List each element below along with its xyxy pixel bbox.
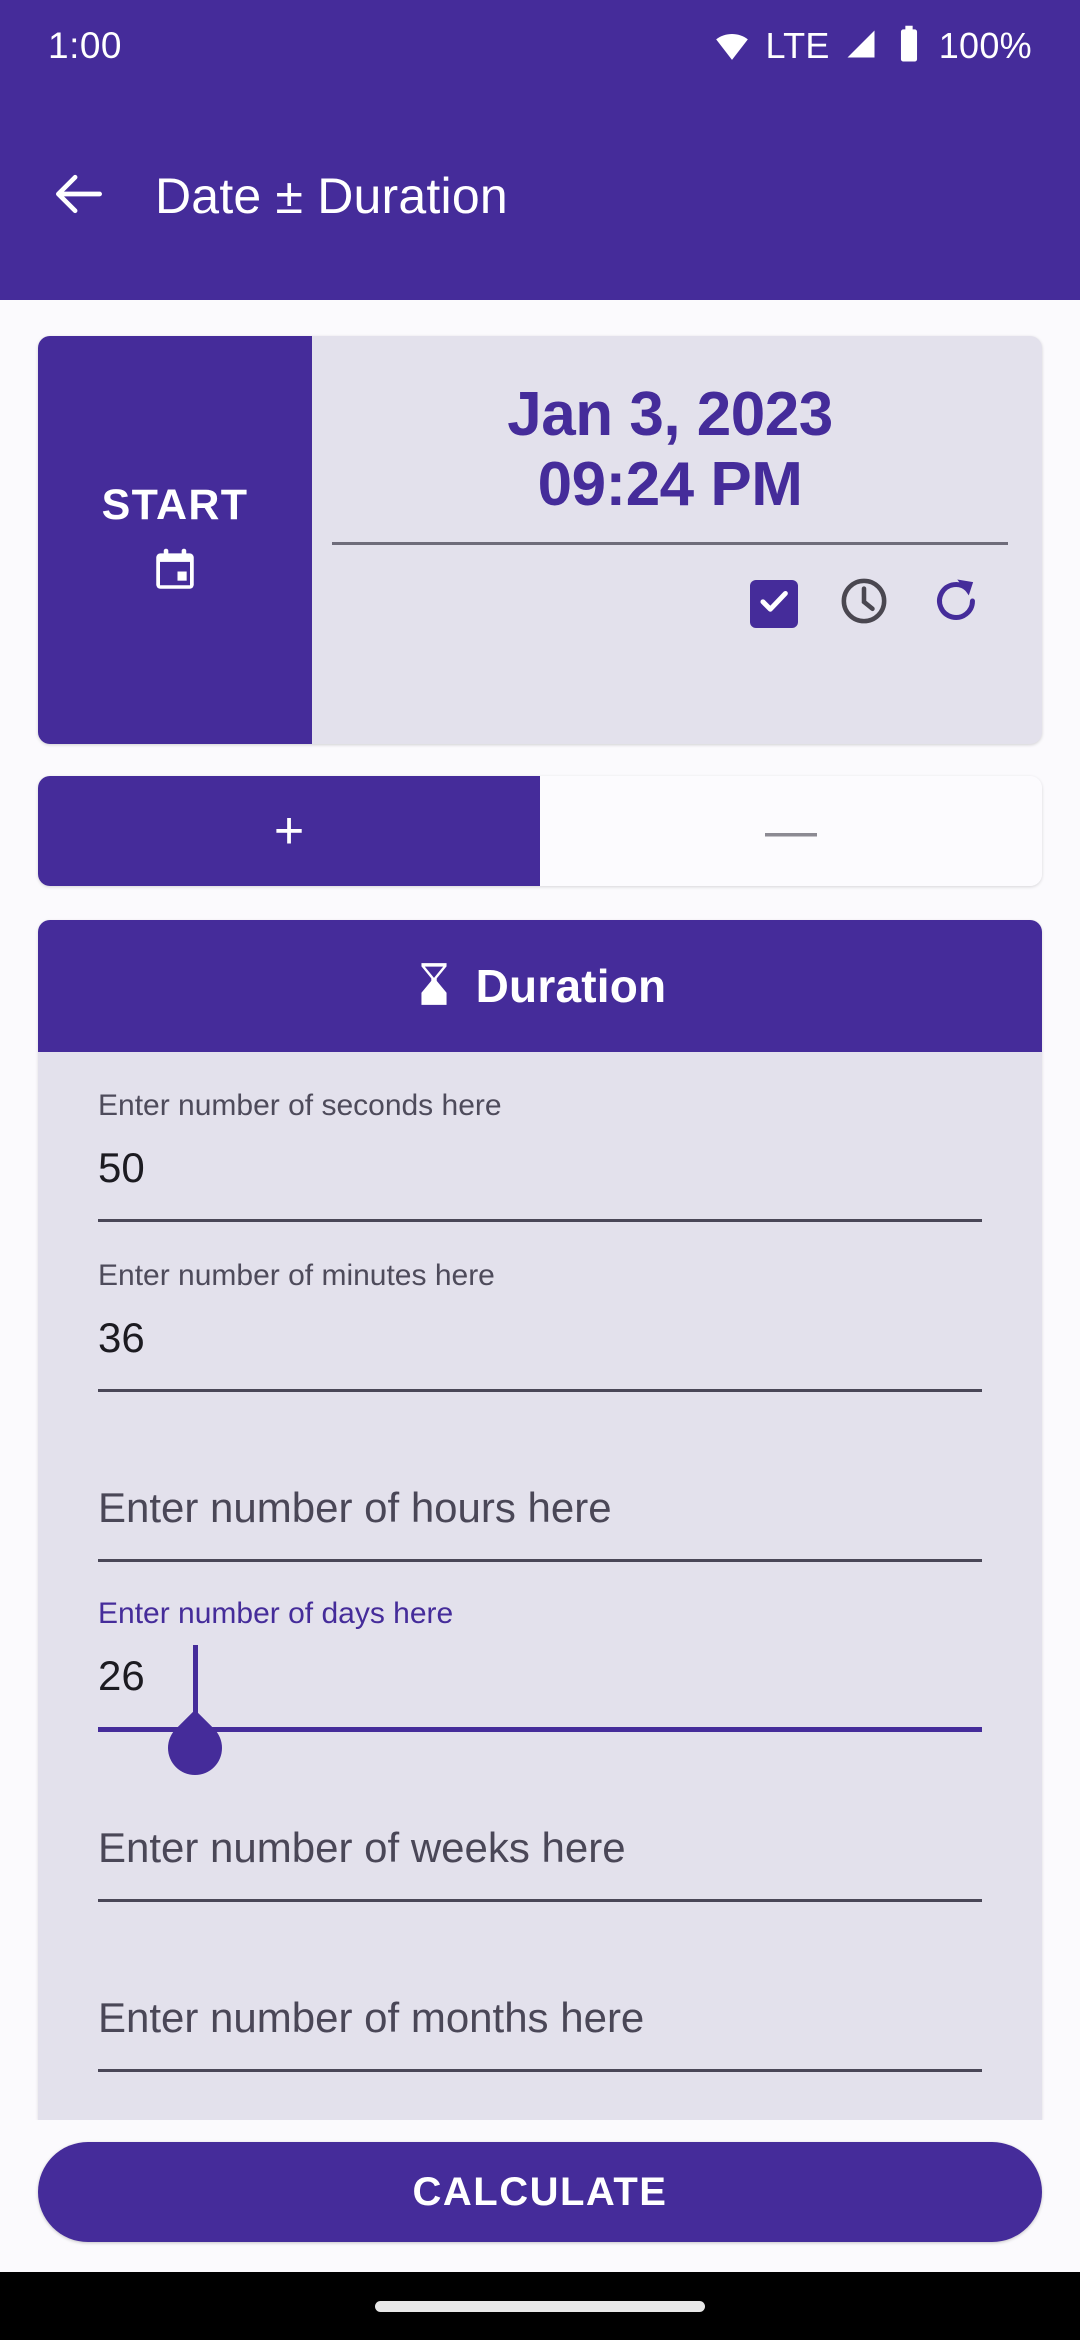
days-field[interactable]: Enter number of days here 26 xyxy=(98,1562,982,1787)
calculate-label: CALCULATE xyxy=(412,2169,668,2214)
checkbox-checked-icon xyxy=(755,582,793,625)
plus-label: + xyxy=(273,802,305,860)
battery-full-icon xyxy=(892,25,926,68)
refresh-icon xyxy=(930,575,982,632)
seconds-field[interactable]: Enter number of seconds here 50 xyxy=(98,1052,982,1222)
back-arrow-icon xyxy=(48,163,110,230)
duration-title: Duration xyxy=(475,960,667,1012)
cellular-signal-icon xyxy=(843,26,879,67)
minus-label: — xyxy=(765,802,817,860)
seconds-label: Enter number of seconds here xyxy=(98,1089,502,1122)
system-navigation-bar xyxy=(0,2272,1080,2340)
hours-field[interactable]: Enter number of hours here xyxy=(98,1392,982,1562)
start-label: START xyxy=(101,481,249,529)
hourglass-icon xyxy=(414,961,454,1012)
minus-operation-button[interactable]: — xyxy=(540,776,1042,886)
time-picker-button[interactable] xyxy=(838,575,890,632)
phone-screen: 1:00 LTE 100% Date ± Duration START Jan … xyxy=(0,0,1080,2340)
battery-percent-label: 100% xyxy=(938,25,1032,66)
selected-date: Jan 3, 2023 xyxy=(507,380,833,449)
duration-header: Duration xyxy=(38,920,1042,1052)
start-date-picker-button[interactable]: START xyxy=(38,336,312,744)
status-time: 1:00 xyxy=(48,25,123,66)
plus-operation-button[interactable]: + xyxy=(38,776,540,886)
reset-date-button[interactable] xyxy=(930,575,982,632)
hours-placeholder: Enter number of hours here xyxy=(98,1484,612,1531)
weeks-placeholder: Enter number of weeks here xyxy=(98,1824,626,1871)
duration-card: Duration Enter number of seconds here 50… xyxy=(38,920,1042,2120)
selected-time: 09:24 PM xyxy=(537,450,803,520)
page-title: Date ± Duration xyxy=(155,168,508,224)
months-placeholder: Enter number of months here xyxy=(98,1994,645,2041)
date-card-actions xyxy=(332,575,1008,632)
calendar-icon xyxy=(150,544,200,599)
months-field[interactable]: Enter number of months here xyxy=(98,1902,982,2072)
seconds-value: 50 xyxy=(98,1144,145,1191)
duration-fields: Enter number of seconds here 50 Enter nu… xyxy=(38,1052,1042,2120)
back-button[interactable] xyxy=(42,159,116,233)
status-indicators: LTE 100% xyxy=(712,24,1032,69)
wifi-icon xyxy=(712,24,752,69)
operation-toggle: + — xyxy=(38,776,1042,886)
minutes-label: Enter number of minutes here xyxy=(98,1259,495,1292)
minutes-value: 36 xyxy=(98,1314,145,1361)
network-type-label: LTE xyxy=(765,25,830,66)
minutes-field[interactable]: Enter number of minutes here 36 xyxy=(98,1222,982,1392)
date-underline xyxy=(332,542,1008,546)
days-value: 26 xyxy=(98,1652,145,1699)
calculate-area: CALCULATE xyxy=(0,2120,1080,2272)
date-display-area[interactable]: Jan 3, 2023 09:24 PM xyxy=(312,336,1042,744)
text-caret xyxy=(193,1645,198,1717)
app-bar: Date ± Duration xyxy=(0,92,1080,300)
use-current-time-checkbox[interactable] xyxy=(750,579,798,628)
weeks-field[interactable]: Enter number of weeks here xyxy=(98,1732,982,1902)
days-label: Enter number of days here xyxy=(98,1597,454,1630)
status-bar: 1:00 LTE 100% xyxy=(0,0,1080,92)
start-date-card: START Jan 3, 2023 09:24 PM xyxy=(38,336,1042,744)
calculate-button[interactable]: CALCULATE xyxy=(38,2142,1042,2242)
clock-icon xyxy=(838,575,890,632)
home-gesture-pill[interactable] xyxy=(375,2300,705,2312)
main-content: START Jan 3, 2023 09:24 PM + — Duration … xyxy=(0,300,1080,2272)
